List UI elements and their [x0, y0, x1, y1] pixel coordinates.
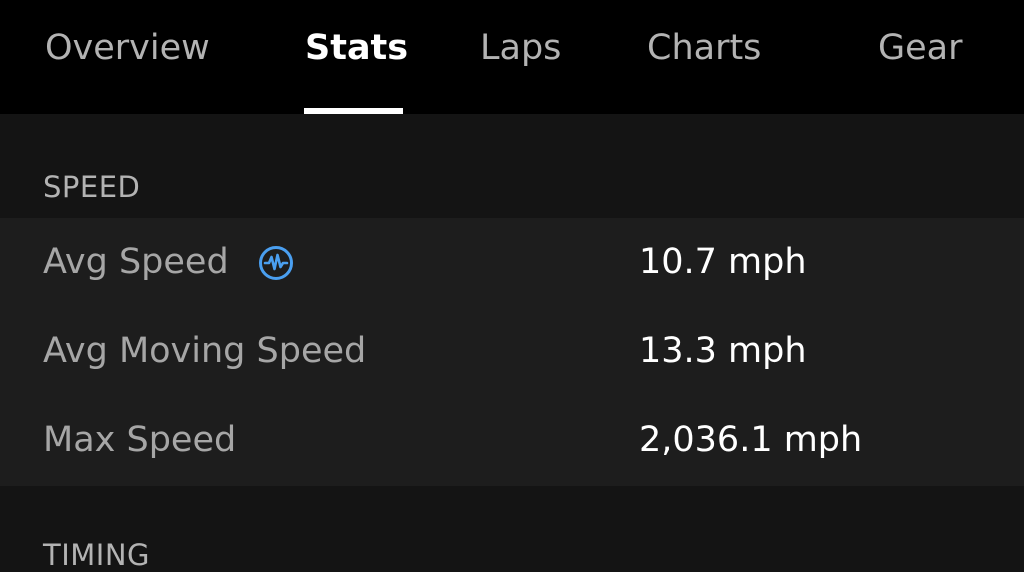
stat-value: 13.3 mph — [639, 331, 807, 371]
section-header-speed: SPEED — [43, 170, 141, 204]
active-tab-indicator — [304, 108, 403, 114]
stat-value: 2,036.1 mph — [639, 420, 863, 460]
tab-stats[interactable]: Stats — [305, 26, 408, 70]
stat-row-avg-speed: Avg Speed 10.7 mph — [0, 218, 1024, 307]
tab-gear[interactable]: Gear — [878, 26, 963, 70]
stat-label: Max Speed — [43, 420, 237, 460]
tab-charts[interactable]: Charts — [647, 26, 761, 70]
tab-bar: Overview Stats Laps Charts Gear — [0, 0, 1024, 114]
stat-row-avg-moving-speed: Avg Moving Speed 13.3 mph — [0, 307, 1024, 396]
tab-laps[interactable]: Laps — [480, 26, 561, 70]
stat-row-max-speed: Max Speed 2,036.1 mph — [0, 396, 1024, 485]
stat-value: 10.7 mph — [639, 242, 807, 282]
section-header-timing: TIMING — [43, 538, 151, 572]
tab-overview[interactable]: Overview — [45, 26, 210, 70]
stat-label: Avg Speed — [43, 242, 229, 282]
speed-stats-card: Avg Speed 10.7 mph Avg Moving Speed 13.3… — [0, 218, 1024, 486]
stat-label: Avg Moving Speed — [43, 331, 367, 371]
activity-chart-icon[interactable] — [258, 245, 294, 281]
